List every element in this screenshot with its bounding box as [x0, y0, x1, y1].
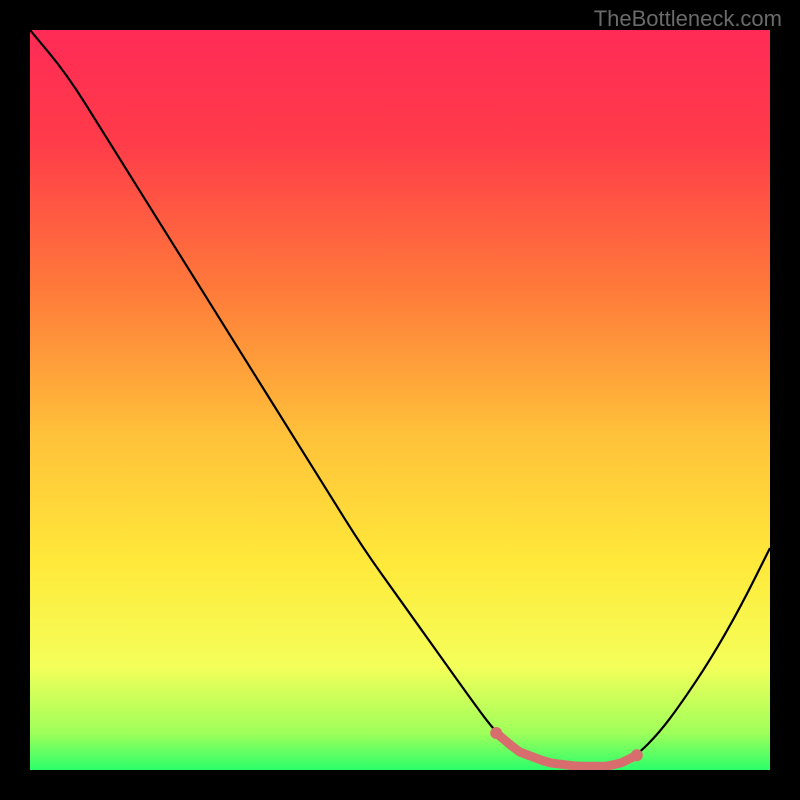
watermark: TheBottleneck.com: [594, 6, 782, 32]
chart-svg: [30, 30, 770, 770]
plot-frame: [30, 30, 770, 770]
gradient-background: [30, 30, 770, 770]
plot-area: [30, 30, 770, 770]
